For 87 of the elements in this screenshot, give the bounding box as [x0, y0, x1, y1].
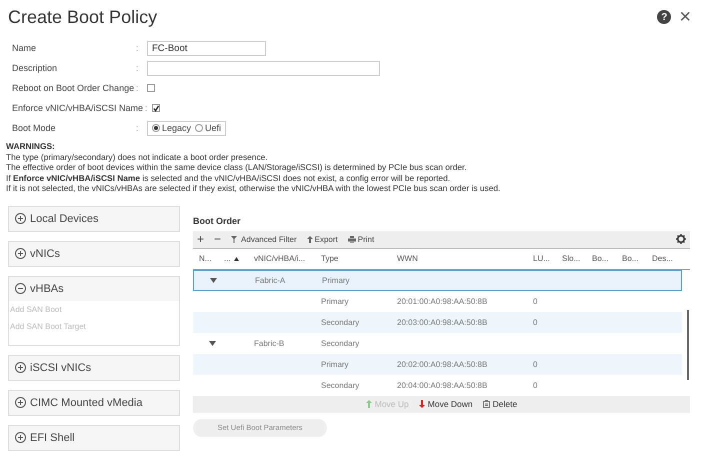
warnings-heading: WARNINGS: [6, 141, 56, 152]
column-header[interactable]: Slo... [556, 254, 586, 263]
radio-option[interactable]: Uefi [195, 123, 222, 133]
minus-circle-icon [15, 283, 26, 294]
section-header[interactable]: vHBAs [9, 276, 179, 300]
warning-text: If Enforce vNIC/vHBA/iSCSI Name is selected and the vNIC/vHBA/iSCSI does not exist, a config error will be reported. [6, 172, 452, 183]
table-cell-text: Fabric-A [254, 276, 286, 284]
warning-text: The type (primary/secondary) does not indicate a boot order presence. [6, 152, 269, 162]
plus-circle-icon [15, 397, 26, 408]
plus-circle-icon [15, 362, 26, 373]
table-cell-text: 0 [532, 296, 538, 306]
warning-text: The effective order of boot devices within the same device class (LAN/Storage/iSCSI) is determined by PCIe bus scan order. [6, 162, 468, 172]
caret-down-icon[interactable] [210, 278, 217, 282]
window-title: Create Boot Policy [8, 6, 158, 28]
remove-button[interactable]: − [214, 232, 222, 246]
printer-icon [348, 236, 356, 242]
trash-icon [482, 400, 490, 408]
column-header[interactable]: Bo... [616, 254, 646, 263]
table-cell-text: 20:01:00:A0:98:AA:50:8B [396, 296, 488, 306]
arrow-up-icon [306, 236, 313, 242]
reboot-checkbox[interactable] [147, 84, 155, 92]
table-cell-text: 20:04:00:A0:98:AA:50:8B [396, 380, 488, 390]
section-header[interactable]: vNICs [9, 242, 179, 266]
section-header[interactable]: CIMC Mounted vMedia [9, 390, 179, 414]
plus-circle-icon [15, 432, 26, 443]
print-button[interactable]: Print [348, 234, 374, 244]
column-header[interactable]: vNIC/vHBA/i... [248, 254, 315, 263]
table-cell-text: 0 [532, 318, 538, 326]
radio-option[interactable]: Legacy [152, 123, 192, 133]
table-cell-text: 20:02:00:A0:98:AA:50:8B [396, 360, 488, 368]
action-button[interactable]: Move Down [418, 399, 473, 409]
arrow-up-icon [366, 400, 372, 408]
plus-circle-icon [15, 213, 26, 224]
field-label: Boot Mode [12, 123, 57, 133]
help-button[interactable]: ? [657, 10, 672, 24]
separator: : [136, 83, 140, 93]
section-header[interactable]: EFI Shell [9, 426, 179, 450]
table-cell-text: Primary [320, 360, 350, 368]
separator: : [136, 43, 140, 53]
field-label: Description [12, 63, 58, 73]
sort-up-icon [234, 256, 239, 260]
name-field[interactable]: FC-Boot [147, 40, 266, 56]
column-header[interactable]: WWN [391, 254, 527, 263]
column-header[interactable]: ... [218, 254, 248, 263]
field-label: Name [12, 43, 38, 53]
table-row[interactable]: Fabric-A Primary [193, 270, 682, 290]
table-row[interactable]: Secondary 20:03:00:A0:98:AA:50:8B 0 [193, 312, 682, 332]
separator: : [136, 63, 140, 73]
boot-order-title: Boot Order [193, 214, 242, 228]
table-cell-text: Secondary [320, 338, 360, 348]
column-header[interactable]: Bo... [586, 254, 616, 263]
column-header[interactable]: LU... [527, 254, 556, 263]
close-button[interactable]: × [679, 7, 691, 27]
filter-icon [231, 236, 240, 242]
column-header[interactable]: Des... [646, 254, 680, 263]
warning-text: If it is not selected, the vNICs/vHBAs are selected if they exist, otherwise the vNIC/vHBA with the lowest PCIe bus scan order is used. [6, 183, 502, 194]
table-cell-text: Primary [321, 276, 351, 284]
table-row[interactable]: Secondary 20:04:00:A0:98:AA:50:8B 0 [193, 374, 682, 396]
caret-down-icon[interactable] [209, 340, 216, 346]
separator: : [144, 103, 149, 113]
table-cell-text: Secondary [320, 380, 360, 390]
column-header[interactable]: N... [193, 254, 218, 263]
action-button[interactable]: Delete [482, 399, 518, 409]
add-button[interactable]: + [197, 232, 204, 246]
filter-button[interactable]: Advanced Filter [231, 234, 297, 244]
arrow-down-icon [418, 400, 425, 408]
export-button[interactable]: Export [306, 234, 338, 244]
section-header[interactable]: Local Devices [9, 206, 179, 230]
section-header[interactable]: iSCSI vNICs [9, 356, 179, 380]
description-field[interactable] [147, 60, 380, 76]
table-row[interactable]: Primary 20:01:00:A0:98:AA:50:8B 0 [193, 290, 682, 312]
separator: : [136, 123, 140, 133]
table-cell-text: Fabric-B [253, 338, 286, 348]
column-header[interactable]: Type [315, 254, 391, 263]
table-cell-text: Secondary [320, 318, 360, 326]
enforce-checkbox[interactable] [152, 104, 160, 112]
table-row[interactable]: Fabric-B Secondary [193, 332, 682, 354]
table-cell-text: Primary [320, 296, 350, 306]
scrollbar[interactable] [687, 310, 689, 380]
table-cell-text: 0 [532, 380, 538, 390]
table-cell-text: 0 [532, 360, 538, 368]
field-label: Enforce vNIC/vHBA/iSCSI Name [12, 103, 144, 113]
settings-icon[interactable] [676, 234, 686, 244]
plus-circle-icon [15, 248, 26, 259]
field-label: Reboot on Boot Order Change [12, 83, 136, 93]
table-cell-text: 20:03:00:A0:98:AA:50:8B [396, 318, 488, 326]
table-row[interactable]: Primary 20:02:00:A0:98:AA:50:8B 0 [193, 354, 682, 374]
